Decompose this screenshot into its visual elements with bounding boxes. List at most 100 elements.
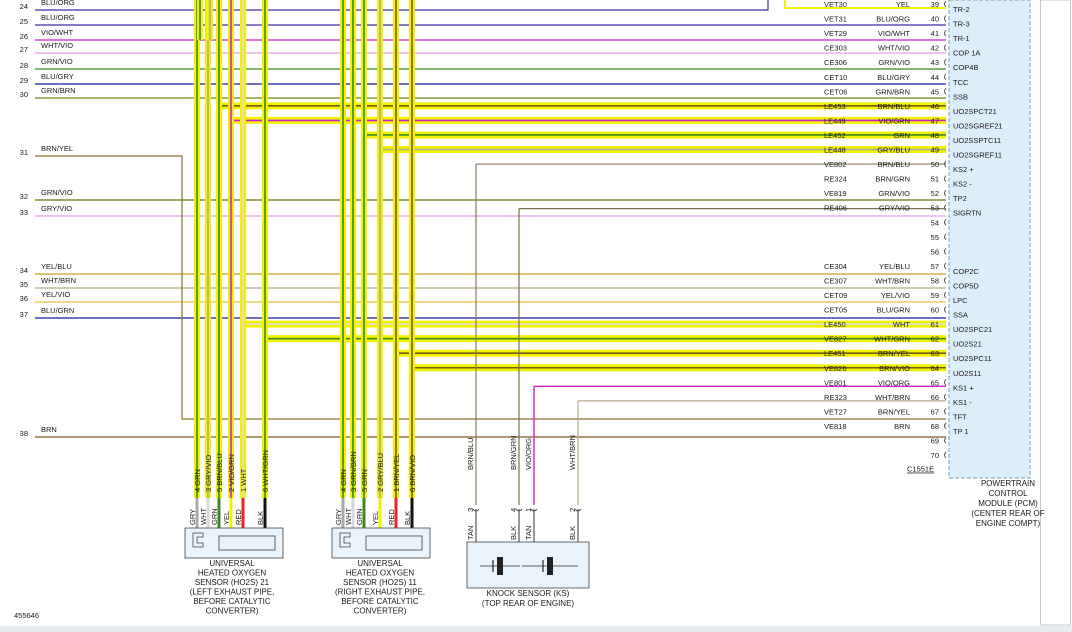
pcm-pin-label: COP2C xyxy=(953,267,979,276)
sensor11-title-line: (RIGHT EXHAUST PIPE, xyxy=(335,588,425,597)
left-wire-color: YEL/VIO xyxy=(41,290,70,299)
pcm-wire-color: BRN/BLU xyxy=(877,102,910,111)
sensor11-pin-label: 6 BRN/VIO xyxy=(408,455,417,492)
pcm-circuit-id: LE450 xyxy=(824,320,846,329)
pcm-circuit-id: VET31 xyxy=(824,15,847,24)
pin-bracket xyxy=(944,379,947,386)
pcm-pin-number: 53 xyxy=(931,204,939,213)
sensor21-lead-label: YEL xyxy=(222,511,231,525)
pcm-pin-label: TR-2 xyxy=(953,5,970,14)
pcm-wire-color: VIO/GRN xyxy=(878,116,910,125)
pcm-pin-number: 68 xyxy=(931,422,939,431)
pcm-title-line: MODULE (PCM) xyxy=(978,499,1038,508)
pcm-circuit-id: RE323 xyxy=(824,393,847,402)
sensor11-title-line: CONVERTER) xyxy=(354,607,407,616)
pcm-circuit-id: VE801 xyxy=(824,378,847,387)
sensor11-pin-label: 4 GRN xyxy=(339,469,348,492)
pcm-pin-number: 60 xyxy=(931,306,939,315)
sensor11-lead-label: GRY xyxy=(334,509,343,525)
pcm-pin-number: 63 xyxy=(931,349,939,358)
pcm-pin-number: 48 xyxy=(931,131,939,140)
pcm-pin-label: UO2SPC21 xyxy=(953,325,992,334)
pcm-circuit-id: VE827 xyxy=(824,335,847,344)
diagram-id: 455646 xyxy=(14,611,39,620)
knock-lead-label: TAN xyxy=(466,526,475,540)
pcm-wire-color: WHT xyxy=(893,320,910,329)
pcm-pin-number: 39 xyxy=(931,0,939,9)
knock-sensor-body xyxy=(466,541,590,589)
pcm-pin-label: TP2 xyxy=(953,194,967,203)
pcm-pin-number: 50 xyxy=(931,160,939,169)
pin-bracket xyxy=(944,58,947,66)
left-wire-number: 34 xyxy=(20,266,28,275)
pin-bracket xyxy=(944,44,947,51)
left-wire-color: YEL/BLU xyxy=(41,262,72,271)
sensor11-title-line: UNIVERSAL xyxy=(357,559,403,568)
left-wire-color: BRN xyxy=(41,425,57,434)
pcm-pin-number: 46 xyxy=(931,102,939,111)
pcm-pin-number: 51 xyxy=(931,175,939,184)
left-wire-color: VIO/WHT xyxy=(41,28,73,37)
left-wire-color: WHT/BRN xyxy=(41,276,76,285)
pin-bracket xyxy=(944,218,947,226)
pcm-pin-number: 59 xyxy=(931,291,939,300)
pcm-pin-label: UO2SPCT21 xyxy=(953,107,997,116)
pin-bracket xyxy=(944,277,947,284)
pcm-circuit-id: VET27 xyxy=(824,407,847,416)
pcm-circuit-id: CE307 xyxy=(824,276,847,285)
pcm-pin-number: 61 xyxy=(931,320,939,329)
sensor21-lead-label: WHT xyxy=(199,508,208,525)
wiring-diagram: 39VET30 YELTR-240VET31 BLU/ORGTR-341VET29 V… xyxy=(14,0,1071,626)
pcm-wire-color: BRN/GRN xyxy=(875,175,910,184)
pcm-pin-number: 65 xyxy=(931,378,939,387)
knock-lead-label: TAN xyxy=(524,526,533,540)
left-wire-color: GRN/VIO xyxy=(41,188,73,197)
pcm-wire-color: BRN/VIO xyxy=(879,364,910,373)
pcm-wire-color: BRN/BLU xyxy=(877,160,910,169)
pin-bracket xyxy=(944,88,947,95)
pcm-pin-number: 66 xyxy=(931,393,939,402)
sensor21-title-line: HEATED OXYGEN xyxy=(198,569,267,578)
pcm-circuit-id: VE819 xyxy=(824,189,847,198)
sensor21-lead-label: GRN xyxy=(210,508,219,525)
pcm-wire-color: GRN/VIO xyxy=(878,189,910,198)
pcm-pin-number: 64 xyxy=(931,364,939,373)
pin-bracket xyxy=(944,451,947,459)
left-wire-color: BLU/ORG xyxy=(41,13,75,22)
pcm-pin-label: UO2SPC11 xyxy=(953,354,992,363)
sensor11-lead-label: YEL xyxy=(371,511,380,525)
pcm-circuit-id: LE449 xyxy=(824,116,846,125)
sensor11-title-line: BEFORE CATALYTIC xyxy=(341,597,419,606)
pcm-title-line: ENGINE COMPT) xyxy=(976,519,1041,528)
pcm-pin-number: 58 xyxy=(931,276,939,285)
pcm-wire-color: VIO/ORG xyxy=(878,378,910,387)
pcm-pin-number: 52 xyxy=(931,189,939,198)
pin-bracket xyxy=(944,393,947,401)
pcm-wire-color: BLU/GRY xyxy=(877,73,910,82)
pcm-pin-label: COP5D xyxy=(953,281,979,290)
pcm-pin-label: UO2SSPTC11 xyxy=(953,136,1001,145)
pcm-wire-color: GRY/VIO xyxy=(879,204,910,213)
pcm-circuit-id: LE453 xyxy=(824,102,846,111)
pin-bracket xyxy=(944,291,947,299)
left-wire-number: 37 xyxy=(20,310,28,319)
knock-pin-number: 4 xyxy=(509,508,518,512)
pcm-circuit-id: VET30 xyxy=(824,0,847,9)
pcm-pin-label: TCC xyxy=(953,78,969,87)
knock-element xyxy=(547,557,553,575)
pcm-pin-number: 56 xyxy=(931,247,939,256)
pcm-title-line: CONTROL xyxy=(988,489,1028,498)
left-wire-number: 26 xyxy=(20,32,28,41)
pcm-circuit-id: VE826 xyxy=(824,364,847,373)
pcm-wire-color: GRN/BRN xyxy=(875,87,910,96)
pcm-pin-label: SIGRTN xyxy=(953,209,981,218)
pin-bracket xyxy=(944,408,947,415)
pcm-wire-color: GRN xyxy=(893,131,910,140)
left-wire-number: 36 xyxy=(20,294,28,303)
knock-wire-color: BRN/GRN xyxy=(509,435,518,470)
left-wire-color: GRN/VIO xyxy=(41,57,73,66)
knock-element xyxy=(497,557,503,575)
left-wire-number: 30 xyxy=(20,90,28,99)
pcm-circuit-id: CET10 xyxy=(824,73,847,82)
pcm-pin-number: 69 xyxy=(931,437,939,446)
